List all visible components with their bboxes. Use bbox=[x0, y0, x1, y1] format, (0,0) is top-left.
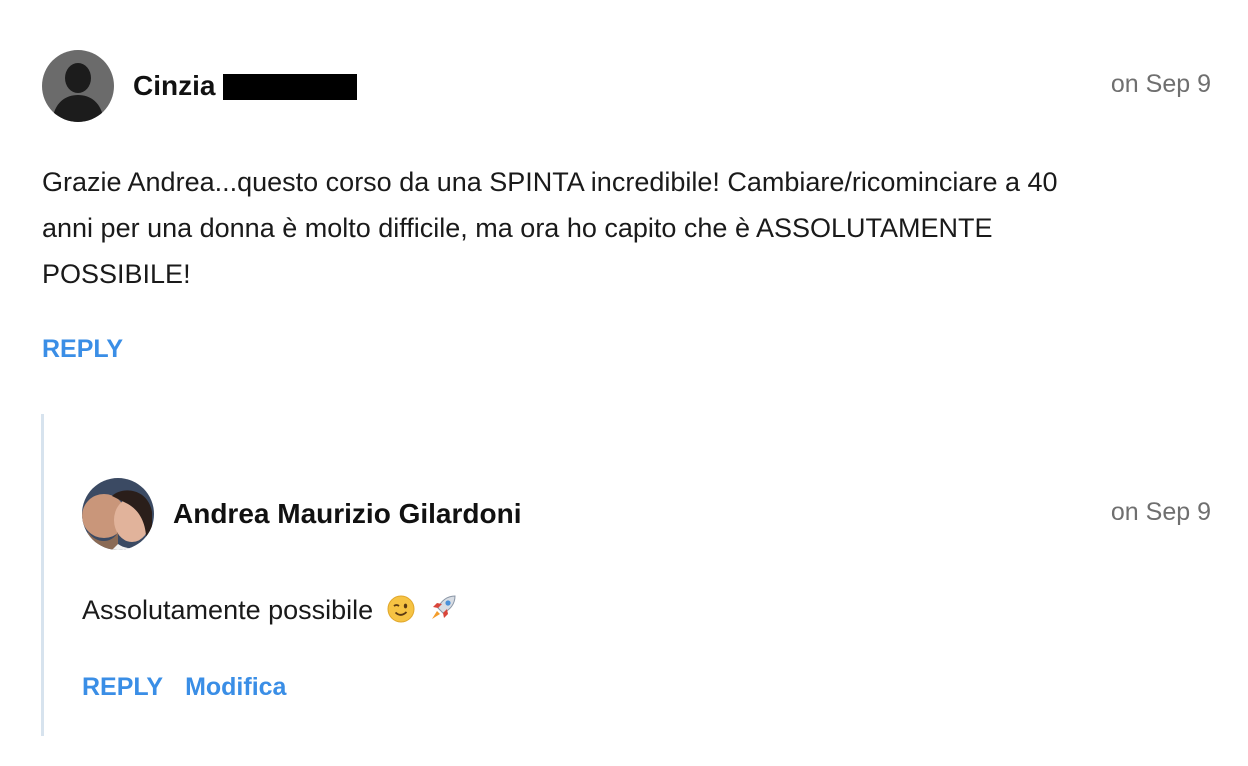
comment-line: Grazie Andrea...questo corso da una SPIN… bbox=[42, 167, 1058, 197]
comment-body: Grazie Andrea...questo corso da una SPIN… bbox=[42, 159, 1212, 297]
reply-header: Andrea Maurizio Gilardoni bbox=[82, 478, 521, 550]
comment-line: anni per una donna è molto difficile, ma… bbox=[42, 213, 993, 243]
reply-button[interactable]: REPLY bbox=[42, 335, 123, 364]
comment-header: Cinzia bbox=[42, 50, 358, 122]
thread-rule bbox=[41, 414, 44, 736]
comment-date: on Sep 9 bbox=[1110, 70, 1211, 98]
comment-author[interactable]: Cinzia bbox=[133, 70, 358, 102]
edit-button[interactable]: Modifica bbox=[185, 673, 286, 702]
user-silhouette-icon bbox=[42, 50, 114, 122]
comment-line: POSSIBILE! bbox=[42, 259, 191, 289]
avatar[interactable] bbox=[82, 478, 154, 550]
author-name: Cinzia bbox=[133, 70, 216, 101]
comment-actions: REPLY bbox=[42, 335, 123, 364]
user-photo-icon bbox=[82, 478, 154, 550]
reply-text: Assolutamente possibile bbox=[82, 595, 374, 625]
rocket-icon bbox=[428, 591, 458, 637]
redaction-bar bbox=[223, 74, 358, 100]
reply-button[interactable]: REPLY bbox=[82, 673, 163, 702]
reply-author[interactable]: Andrea Maurizio Gilardoni bbox=[173, 498, 521, 530]
winking-face-icon bbox=[387, 591, 415, 637]
reply-date: on Sep 9 bbox=[1110, 498, 1211, 526]
avatar[interactable] bbox=[42, 50, 114, 122]
reply-actions: REPLY Modifica bbox=[82, 673, 286, 702]
reply-body: Assolutamente possibile bbox=[82, 587, 1182, 637]
